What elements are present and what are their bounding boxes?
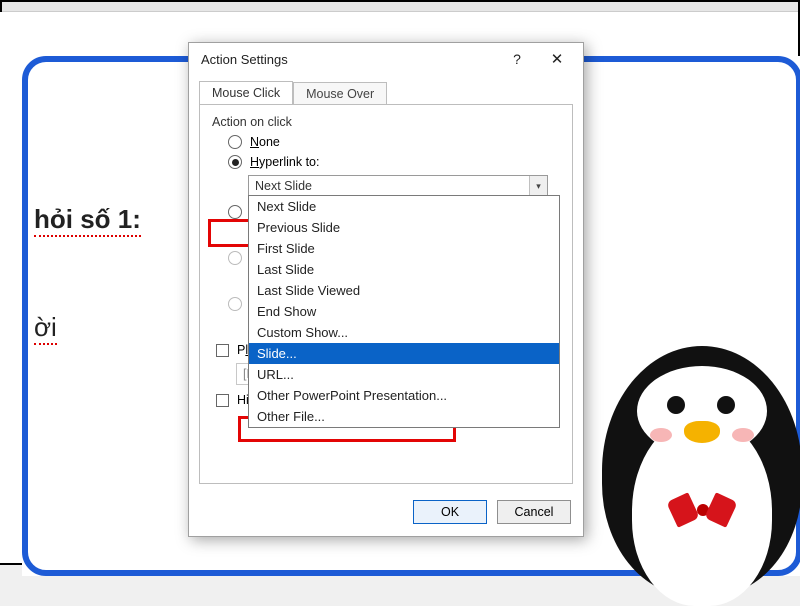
dropdown-option[interactable]: URL... bbox=[249, 364, 559, 385]
radio-icon bbox=[228, 297, 242, 311]
slide-text-question: hỏi số 1: bbox=[34, 204, 141, 237]
radio-none[interactable]: None bbox=[228, 135, 562, 149]
dropdown-option[interactable]: Other File... bbox=[249, 406, 559, 427]
radio-icon bbox=[228, 251, 242, 265]
radio-hyperlink[interactable]: Hyperlink to: bbox=[228, 155, 562, 169]
radio-none-label: None bbox=[250, 135, 280, 149]
dropdown-option[interactable]: Last Slide bbox=[249, 259, 559, 280]
group-label-action: Action on click bbox=[212, 115, 562, 129]
dropdown-option-selected[interactable]: Slide... bbox=[249, 343, 559, 364]
dialog-tabs: Mouse Click Mouse Over bbox=[189, 75, 583, 104]
dropdown-option[interactable]: End Show bbox=[249, 301, 559, 322]
penguin-illustration bbox=[582, 306, 800, 606]
dropdown-option[interactable]: Previous Slide bbox=[249, 217, 559, 238]
help-button[interactable]: ? bbox=[497, 45, 537, 73]
checkbox-icon bbox=[216, 394, 229, 407]
dropdown-option[interactable]: Custom Show... bbox=[249, 322, 559, 343]
dialog-titlebar[interactable]: Action Settings ? ✕ bbox=[189, 43, 583, 75]
dropdown-option[interactable]: Other PowerPoint Presentation... bbox=[249, 385, 559, 406]
tab-mouse-over[interactable]: Mouse Over bbox=[293, 82, 387, 105]
chevron-down-icon[interactable]: ▾ bbox=[529, 176, 547, 196]
cancel-button[interactable]: Cancel bbox=[497, 500, 571, 524]
ruler bbox=[2, 2, 798, 12]
ok-button[interactable]: OK bbox=[413, 500, 487, 524]
hyperlink-combo-value: Next Slide bbox=[255, 179, 312, 193]
dialog-button-row: OK Cancel bbox=[189, 494, 583, 536]
slide-text-answer: ời bbox=[34, 312, 57, 345]
dialog-title: Action Settings bbox=[201, 52, 497, 67]
hyperlink-dropdown[interactable]: Next Slide Previous Slide First Slide La… bbox=[248, 195, 560, 428]
hyperlink-combo[interactable]: Next Slide ▾ bbox=[248, 175, 548, 197]
radio-icon bbox=[228, 205, 242, 219]
radio-hyperlink-label: Hyperlink to: bbox=[250, 155, 319, 169]
dropdown-option[interactable]: Last Slide Viewed bbox=[249, 280, 559, 301]
action-settings-dialog: Action Settings ? ✕ Mouse Click Mouse Ov… bbox=[188, 42, 584, 537]
dropdown-option[interactable]: First Slide bbox=[249, 238, 559, 259]
checkbox-icon bbox=[216, 344, 229, 357]
close-button[interactable]: ✕ bbox=[537, 45, 577, 73]
radio-icon bbox=[228, 135, 242, 149]
radio-icon bbox=[228, 155, 242, 169]
tab-mouse-click[interactable]: Mouse Click bbox=[199, 81, 293, 104]
dropdown-option[interactable]: Next Slide bbox=[249, 196, 559, 217]
tab-panel-mouse-click: Action on click None Hyperlink to: Next … bbox=[199, 104, 573, 484]
